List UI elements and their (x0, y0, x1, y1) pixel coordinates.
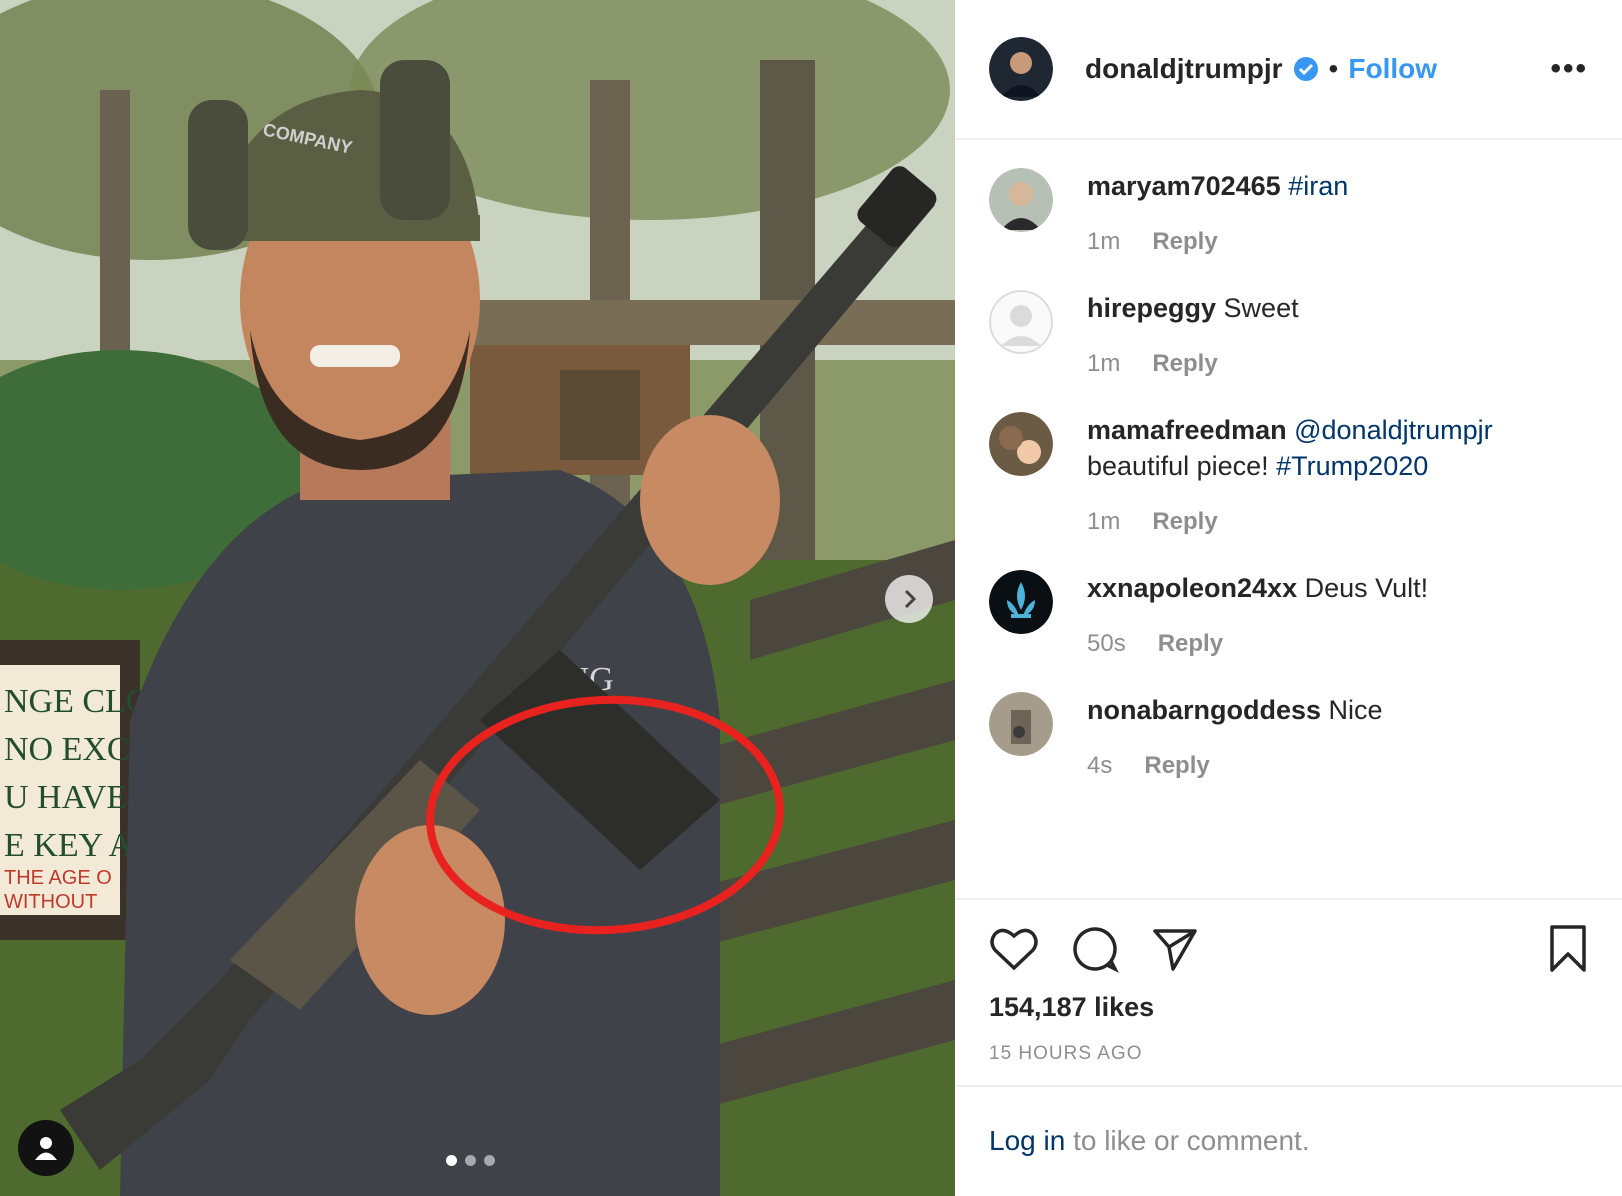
comment-hashtag[interactable]: #Trump2020 (1276, 451, 1428, 481)
comment-text: beautiful piece! (1087, 451, 1269, 481)
comment-item: hirepeggy Sweet 1m Reply (989, 290, 1588, 382)
reply-button[interactable]: Reply (1158, 626, 1223, 662)
comment-time: 1m (1087, 508, 1121, 535)
tagged-users-button[interactable] (18, 1120, 74, 1176)
post-actions: 154,187 likes 15 HOURS AGO (955, 898, 1622, 1065)
sign-line: U HAVE (4, 779, 127, 816)
comment-item: nonabarngoddess Nice 4s Reply (989, 692, 1588, 784)
commenter-avatar[interactable] (989, 692, 1053, 756)
sign-line: E KEY A (4, 827, 134, 864)
comment-hashtag[interactable]: #iran (1288, 171, 1348, 201)
next-image-button[interactable] (885, 575, 933, 623)
separator-dot: • (1328, 53, 1339, 84)
photo-scene: NGE CLO NO EXC U HAVE E KEY A THE AGE O … (0, 0, 955, 1196)
sign-line: NO EXC (4, 731, 130, 768)
sign-line: THE AGE O (4, 867, 112, 889)
bookmark-icon[interactable] (1548, 924, 1588, 974)
comment-time: 1m (1087, 350, 1121, 377)
comment-time: 4s (1087, 752, 1113, 779)
comment-time: 50s (1087, 630, 1126, 657)
comment-icon[interactable] (1071, 925, 1119, 973)
comment-username[interactable]: mamafreedman (1087, 415, 1287, 445)
post-header: donaldjtrumpjr • Follow ••• (955, 0, 1622, 140)
comment-username[interactable]: maryam702465 (1087, 171, 1281, 201)
carousel-indicator (446, 1155, 495, 1166)
comment-mention[interactable]: @donaldjtrumpjr (1294, 415, 1493, 445)
share-icon[interactable] (1151, 925, 1199, 973)
login-link[interactable]: Log in (989, 1125, 1065, 1156)
more-options-icon[interactable]: ••• (1550, 52, 1588, 86)
heart-icon[interactable] (989, 926, 1039, 972)
likes-count[interactable]: 154,187 likes (989, 992, 1588, 1023)
reply-button[interactable]: Reply (1152, 224, 1217, 260)
chevron-right-icon (904, 589, 917, 609)
commenter-avatar[interactable] (989, 412, 1053, 476)
comment-text: Sweet (1223, 293, 1299, 323)
commenter-avatar[interactable] (989, 290, 1053, 354)
comment-time: 1m (1087, 228, 1121, 255)
comment-item: mamafreedman @donaldjtrumpjr beautiful p… (989, 412, 1588, 540)
verified-badge-icon (1293, 57, 1318, 81)
comment-text: Deus Vult! (1304, 573, 1429, 603)
comment-username[interactable]: nonabarngoddess (1087, 695, 1321, 725)
comments-list: maryam702465 #iran 1m Reply hirepeggy Swe… (955, 140, 1622, 900)
sign-line: NGE CLO (4, 683, 150, 720)
post-timestamp: 15 HOURS AGO (989, 1043, 1143, 1064)
reply-button[interactable]: Reply (1152, 346, 1217, 382)
follow-button[interactable]: Follow (1348, 53, 1437, 85)
comment-item: xxnapoleon24xx Deus Vult! 50s Reply (989, 570, 1588, 662)
user-icon (35, 1137, 57, 1160)
commenter-avatar[interactable] (989, 570, 1053, 634)
author-username[interactable]: donaldjtrumpjr (1085, 53, 1283, 85)
sign-line: WITHOUT (4, 891, 97, 913)
comment-text: Nice (1328, 695, 1383, 725)
commenter-avatar[interactable] (989, 168, 1053, 232)
post-photo: NGE CLO NO EXC U HAVE E KEY A THE AGE O … (0, 0, 955, 1196)
post-sidebar: donaldjtrumpjr • Follow ••• maryam702465… (955, 0, 1622, 1196)
carousel-dot (446, 1155, 457, 1166)
login-prompt-text: to like or comment. (1073, 1125, 1310, 1156)
comment-username[interactable]: xxnapoleon24xx (1087, 573, 1297, 603)
login-prompt: Log in to like or comment. (955, 1085, 1622, 1195)
comment-item: maryam702465 #iran 1m Reply (989, 168, 1588, 260)
author-avatar[interactable] (989, 37, 1053, 101)
carousel-dot (465, 1155, 476, 1166)
reply-button[interactable]: Reply (1144, 748, 1209, 784)
reply-button[interactable]: Reply (1152, 504, 1217, 540)
comment-username[interactable]: hirepeggy (1087, 293, 1216, 323)
carousel-dot (484, 1155, 495, 1166)
